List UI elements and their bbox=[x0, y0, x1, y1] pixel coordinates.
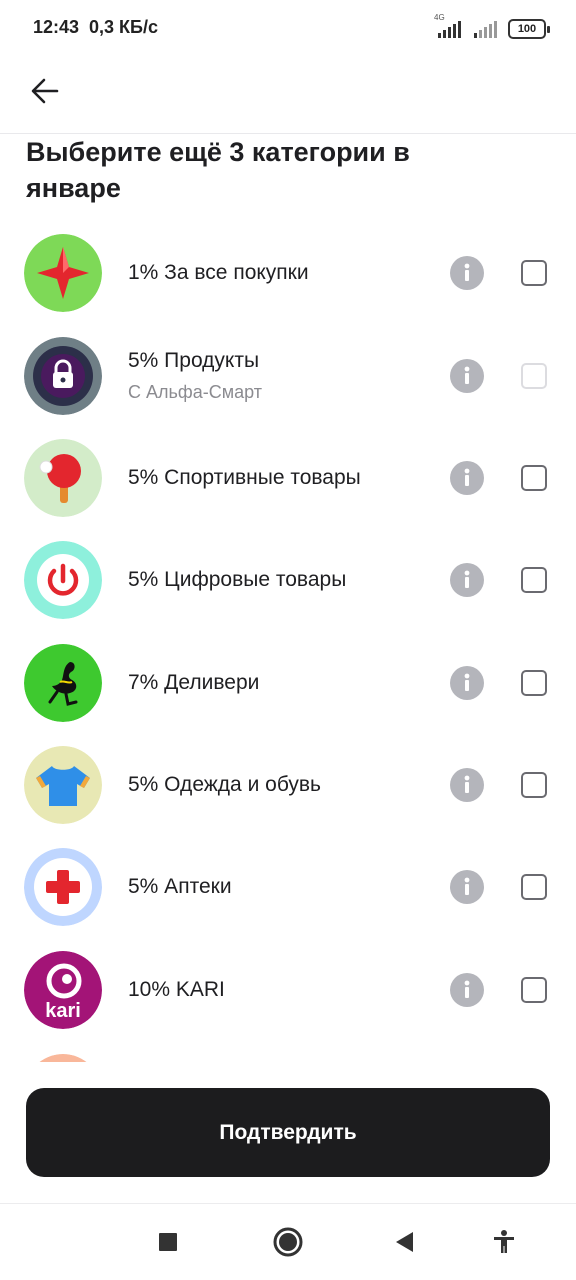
triangle-back-icon[interactable] bbox=[386, 1224, 422, 1260]
category-checkbox[interactable] bbox=[521, 874, 547, 900]
category-label: 5% Одежда и обувь bbox=[128, 773, 321, 796]
category-row-delivery[interactable]: 7% Деливери bbox=[0, 632, 576, 734]
signal-strength-2-icon bbox=[474, 21, 497, 38]
signal-strength-icon bbox=[438, 21, 461, 38]
back-button[interactable] bbox=[24, 70, 66, 112]
category-checkbox[interactable] bbox=[521, 670, 547, 696]
lock-icon bbox=[24, 337, 102, 415]
category-checkbox[interactable] bbox=[521, 567, 547, 593]
battery-level: 100 bbox=[517, 23, 537, 35]
system-nav-bar bbox=[0, 1203, 576, 1280]
info-icon[interactable] bbox=[450, 256, 484, 290]
arrow-left-icon bbox=[31, 78, 59, 104]
category-subtitle: С Альфа-Смарт bbox=[128, 382, 262, 402]
confirm-button[interactable]: Подтвердить bbox=[26, 1088, 550, 1177]
accessibility-icon[interactable] bbox=[486, 1224, 522, 1260]
category-label: 5% Аптеки bbox=[128, 875, 232, 898]
circle-icon[interactable] bbox=[270, 1224, 306, 1260]
category-row-partial[interactable] bbox=[0, 1042, 576, 1062]
category-row-sports[interactable]: 5% Спортивные товары bbox=[0, 427, 576, 529]
battery-cap bbox=[547, 26, 550, 33]
info-icon[interactable] bbox=[450, 870, 484, 904]
ping-pong-paddle-icon bbox=[24, 439, 102, 517]
battery-icon: 100 bbox=[508, 19, 550, 39]
category-row-clothing[interactable]: 5% Одежда и обувь bbox=[0, 734, 576, 836]
category-list[interactable]: 1% За все покупки 5% Продукты С Альфа-См… bbox=[0, 222, 576, 1062]
status-bar: 12:43 0,3 КБ/с 4G 100 bbox=[0, 0, 576, 56]
kari-logo-icon: kari bbox=[24, 951, 102, 1029]
category-checkbox-disabled bbox=[521, 363, 547, 389]
header bbox=[0, 56, 576, 134]
status-network-speed: 0,3 КБ/с bbox=[89, 17, 158, 37]
category-checkbox[interactable] bbox=[521, 260, 547, 286]
category-label: 5% Спортивные товары bbox=[128, 466, 361, 489]
status-time: 12:43 bbox=[33, 17, 80, 37]
category-row-all-purchases[interactable]: 1% За все покупки bbox=[0, 222, 576, 324]
category-label: 5% Продукты bbox=[128, 349, 260, 372]
category-checkbox[interactable] bbox=[521, 772, 547, 798]
page-title: Выберите ещё 3 категории в январе bbox=[26, 137, 410, 203]
info-icon[interactable] bbox=[450, 359, 484, 393]
kari-logo-text: kari bbox=[45, 1000, 81, 1022]
category-checkbox[interactable] bbox=[521, 977, 547, 1003]
t-shirt-icon bbox=[24, 746, 102, 824]
red-cross-icon bbox=[24, 848, 102, 926]
category-row-pharmacy[interactable]: 5% Аптеки bbox=[0, 836, 576, 938]
category-icon-partial bbox=[24, 1054, 102, 1062]
category-label: 5% Цифровые товары bbox=[128, 568, 347, 591]
square-icon[interactable] bbox=[150, 1224, 186, 1260]
category-label: 7% Деливери bbox=[128, 671, 260, 694]
power-button-icon bbox=[24, 541, 102, 619]
category-row-digital[interactable]: 5% Цифровые товары bbox=[0, 529, 576, 631]
category-row-kari[interactable]: kari 10% KARI bbox=[0, 939, 576, 1041]
ostrich-icon bbox=[24, 644, 102, 722]
category-label: 10% KARI bbox=[128, 978, 225, 1001]
category-row-products[interactable]: 5% Продукты С Альфа-Смарт bbox=[0, 325, 576, 427]
info-icon[interactable] bbox=[450, 768, 484, 802]
info-icon[interactable] bbox=[450, 666, 484, 700]
category-checkbox[interactable] bbox=[521, 465, 547, 491]
info-icon[interactable] bbox=[450, 973, 484, 1007]
info-icon[interactable] bbox=[450, 563, 484, 597]
status-icons: 4G 100 bbox=[434, 13, 550, 42]
info-icon[interactable] bbox=[450, 461, 484, 495]
red-star-icon bbox=[24, 234, 102, 312]
category-label: 1% За все покупки bbox=[128, 261, 309, 284]
